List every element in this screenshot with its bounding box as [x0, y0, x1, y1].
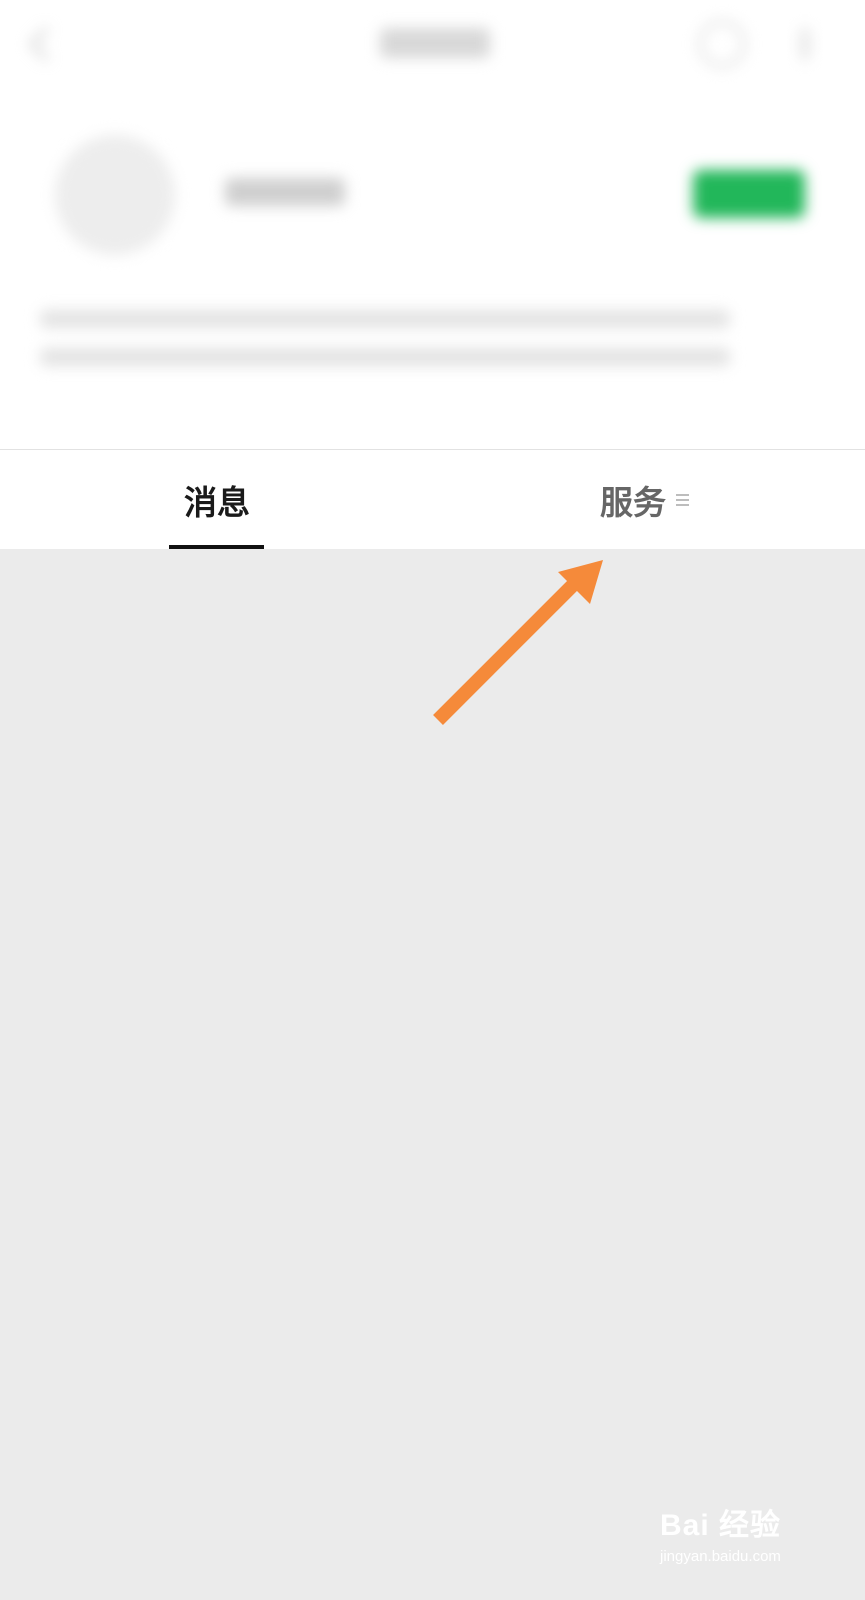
- person-icon[interactable]: [698, 20, 746, 68]
- message-list-area: [0, 549, 865, 1600]
- watermark-url: jingyan.baidu.com: [660, 1548, 781, 1565]
- back-arrow-icon[interactable]: [29, 27, 63, 61]
- blurred-region: [0, 0, 865, 450]
- account-header: [0, 0, 865, 450]
- follow-button[interactable]: [693, 170, 805, 218]
- description-line: [40, 310, 730, 328]
- watermark-brand: Bai 经验: [660, 1509, 782, 1542]
- tab-bar: 消息 服务: [0, 450, 865, 549]
- nav-title-placeholder: [380, 28, 490, 58]
- description-line: [40, 348, 730, 366]
- tab-messages-label: 消息: [184, 482, 250, 522]
- watermark: Bai 经验 jingyan.baidu.com: [660, 1500, 850, 1590]
- menu-icon: [676, 491, 689, 509]
- tab-messages[interactable]: 消息: [170, 450, 264, 549]
- tab-services[interactable]: 服务: [600, 450, 720, 549]
- account-avatar: [55, 135, 175, 255]
- more-icon[interactable]: [800, 28, 810, 60]
- tab-services-label: 服务: [600, 482, 666, 522]
- account-name-placeholder: [225, 178, 345, 206]
